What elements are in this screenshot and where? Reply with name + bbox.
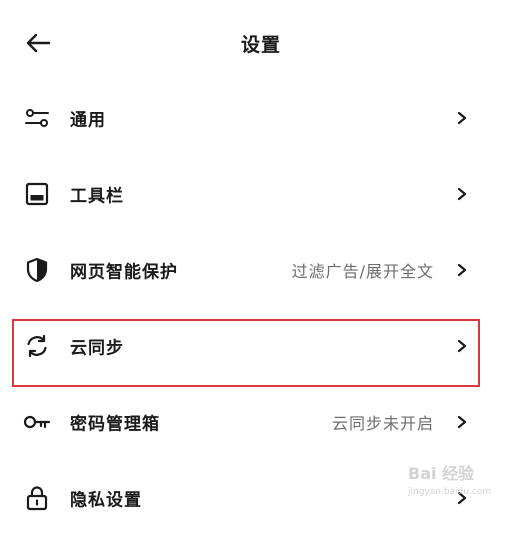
key-icon xyxy=(22,407,52,437)
chevron-right-icon xyxy=(457,339,467,353)
page-title: 设置 xyxy=(240,34,281,56)
settings-item-label: 隐私设置 xyxy=(70,490,142,511)
settings-item-label: 网页智能保护 xyxy=(70,262,178,283)
chevron-right-icon xyxy=(457,415,467,429)
settings-item-label: 密码管理箱 xyxy=(70,414,160,435)
settings-item-value: 过滤广告/展开全文 xyxy=(291,262,434,281)
settings-item-label: 工具栏 xyxy=(70,186,124,207)
sliders-icon xyxy=(22,103,52,133)
watermark: Bai 经验 jingyan.baidu.com xyxy=(408,466,491,500)
lock-icon xyxy=(22,483,52,513)
settings-item-label: 通用 xyxy=(70,110,106,131)
settings-item-toolbar[interactable]: 工具栏 xyxy=(0,156,522,232)
settings-item-web-protection[interactable]: 网页智能保护 过滤广告/展开全文 xyxy=(0,232,522,308)
chevron-right-icon xyxy=(457,187,467,201)
settings-item-value: 云同步未开启 xyxy=(331,414,434,433)
sync-icon xyxy=(22,331,52,361)
header-bar: 设置 xyxy=(0,0,522,82)
shield-icon xyxy=(22,255,52,285)
settings-item-cloud-sync[interactable]: 云同步 xyxy=(0,308,522,384)
settings-item-label: 云同步 xyxy=(70,338,124,359)
settings-item-general[interactable]: 通用 xyxy=(0,80,522,156)
toolbar-icon xyxy=(22,179,52,209)
settings-item-password-manager[interactable]: 密码管理箱 云同步未开启 xyxy=(0,384,522,460)
watermark-text: Bai 经验 xyxy=(408,464,475,483)
chevron-right-icon xyxy=(457,111,467,125)
chevron-right-icon xyxy=(457,263,467,277)
watermark-sub: jingyan.baidu.com xyxy=(408,487,492,497)
